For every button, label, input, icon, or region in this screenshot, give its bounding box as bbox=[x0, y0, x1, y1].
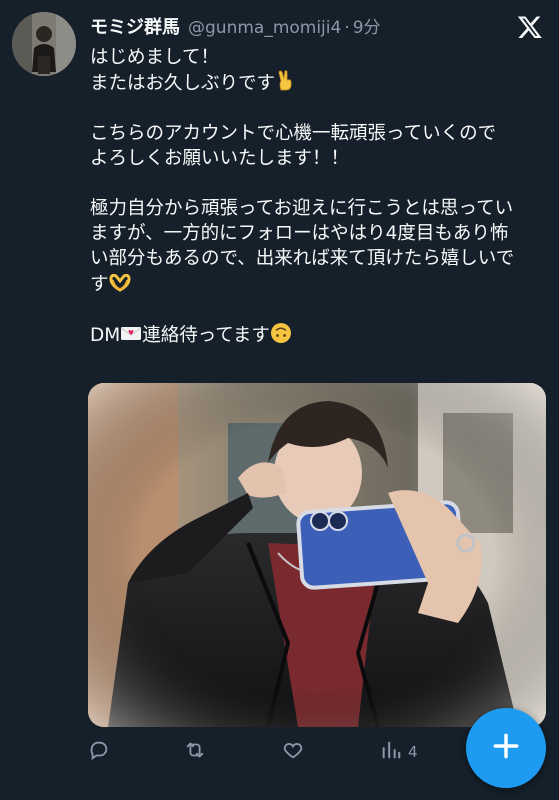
display-name[interactable]: モミジ群馬 bbox=[90, 13, 180, 39]
text-line-2: またはお久しぶりです bbox=[90, 70, 550, 96]
x-logo-icon bbox=[517, 14, 543, 40]
text-line-1: はじめまして！ bbox=[90, 47, 219, 68]
tweet-header: モミジ群馬 @gunma_momiji4 · 9分 bbox=[90, 13, 499, 39]
text-line-7: い部分もあるので、出来れば来て頂けたら嬉しいで bbox=[90, 248, 515, 269]
user-handle[interactable]: @gunma_momiji4 bbox=[188, 18, 341, 38]
text-line-8: す bbox=[90, 271, 550, 297]
retweet-button[interactable] bbox=[184, 737, 206, 767]
like-icon bbox=[282, 739, 304, 765]
reply-button[interactable] bbox=[88, 737, 110, 767]
avatar[interactable] bbox=[12, 12, 76, 76]
text-line-4: よろしくお願いいたします！！ bbox=[90, 148, 350, 169]
text-line-3: こちらのアカウントで心機一転頑張っていくので bbox=[90, 123, 497, 144]
views-count: 4 bbox=[408, 743, 418, 761]
timestamp[interactable]: 9分 bbox=[353, 13, 381, 38]
text-line-6: ますが、一方的にフォローはやはり4度目もあり怖 bbox=[90, 223, 509, 244]
views-button[interactable]: 4 bbox=[380, 737, 418, 767]
plus-icon bbox=[490, 730, 522, 766]
upside-down-face-emoji bbox=[270, 322, 292, 344]
text-line-8-content: す bbox=[90, 274, 109, 295]
heart-hands-emoji bbox=[109, 271, 131, 293]
reply-icon bbox=[88, 739, 110, 765]
tweet-photo[interactable] bbox=[88, 383, 546, 727]
tweet-actions: 4 bbox=[88, 737, 468, 767]
text-line-2-content: またはお久しぶりです bbox=[90, 73, 276, 94]
tweet[interactable]: モミジ群馬 @gunma_momiji4 · 9分 はじめまして！ またはお久し… bbox=[0, 0, 559, 800]
like-button[interactable] bbox=[282, 737, 304, 767]
victory-hand-emoji bbox=[275, 70, 297, 92]
tweet-text: はじめまして！ またはお久しぶりです こちらのアカウントで心機一転頑張っていくの… bbox=[90, 45, 550, 348]
text-line-9: DM 連絡待ってます bbox=[90, 322, 550, 348]
text-line-9-suffix: 連絡待ってます bbox=[142, 325, 270, 346]
views-icon bbox=[380, 739, 402, 765]
compose-button[interactable] bbox=[466, 708, 546, 788]
text-line-9-prefix: DM bbox=[90, 325, 121, 346]
separator-dot: · bbox=[344, 18, 350, 38]
text-line-5: 極力自分から頑張ってお迎えに行こうとは思ってい bbox=[90, 198, 514, 219]
love-letter-emoji bbox=[120, 322, 142, 344]
retweet-icon bbox=[184, 739, 206, 765]
